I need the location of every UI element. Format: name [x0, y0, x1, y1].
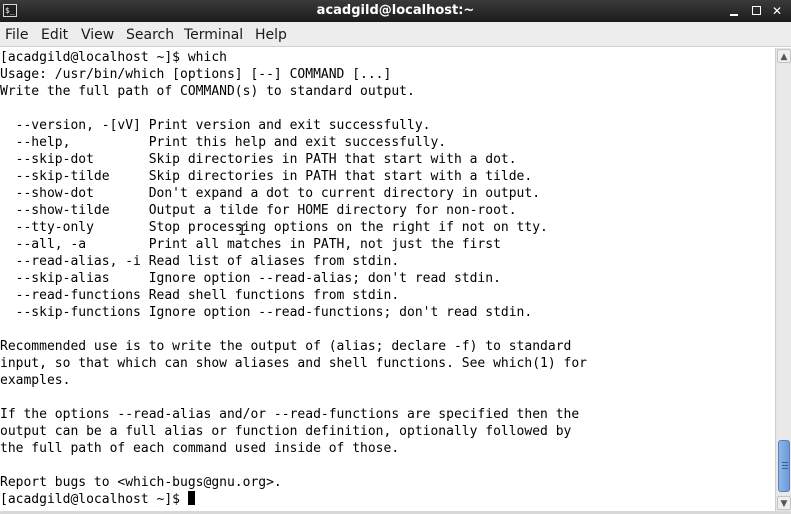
menu-file[interactable]: File: [5, 27, 28, 43]
menu-bar: File Edit View Search Terminal Help: [0, 22, 791, 47]
maximize-button[interactable]: [748, 3, 764, 19]
terminal-line: --skip-dot Skip directories in PATH that…: [0, 152, 517, 167]
scrollbar-grip: [782, 468, 788, 469]
terminal-line: --read-functions Read shell functions fr…: [0, 288, 400, 303]
scrollbar-thumb[interactable]: [778, 440, 790, 492]
window-title: acadgild@localhost:~: [316, 3, 475, 18]
terminal-output[interactable]: [acadgild@localhost ~]$ which Usage: /usr…: [0, 48, 775, 511]
terminal-line: Report bugs to <which-bugs@gnu.org>.: [0, 475, 282, 490]
terminal-cursor: [187, 491, 195, 505]
menu-terminal[interactable]: Terminal: [184, 27, 243, 43]
close-button[interactable]: ✕: [769, 3, 785, 19]
terminal-line: --help, Print this help and exit success…: [0, 135, 447, 150]
terminal-line: --all, -a Print all matches in PATH, not…: [0, 237, 501, 252]
scroll-up-arrow-icon[interactable]: ▲: [777, 49, 791, 63]
terminal-line: [acadgild@localhost ~]$ which: [0, 50, 227, 65]
terminal-line: --skip-alias Ignore option --read-alias;…: [0, 271, 501, 286]
terminal-line: --skip-tilde Skip directories in PATH th…: [0, 169, 533, 184]
terminal-line: --show-dot Don't expand a dot to current…: [0, 186, 541, 201]
scroll-down-arrow-icon[interactable]: ▼: [777, 496, 791, 510]
scrollbar-grip: [782, 465, 788, 466]
terminal-line: If the options --read-alias and/or --rea…: [0, 407, 580, 422]
vertical-scrollbar[interactable]: ▲ ▼: [775, 48, 791, 511]
terminal-line: Recommended use is to write the output o…: [0, 339, 572, 354]
terminal-line: --read-alias, -i Read list of aliases fr…: [0, 254, 400, 269]
terminal-line: output can be a full alias or function d…: [0, 424, 572, 439]
terminal-line: Write the full path of COMMAND(s) to sta…: [0, 84, 415, 99]
terminal-text: [acadgild@localhost ~]$ which Usage: /usr…: [0, 48, 775, 508]
minimize-icon: [730, 13, 738, 16]
terminal-line: --version, -[vV] Print version and exit …: [0, 118, 431, 133]
terminal-line: --show-tilde Output a tilde for HOME dir…: [0, 203, 517, 218]
title-bar: $_ acadgild@localhost:~ ✕: [0, 0, 791, 22]
menu-search[interactable]: Search: [126, 27, 174, 43]
terminal-line: input, so that which can show aliases an…: [0, 356, 587, 371]
terminal-prompt-line[interactable]: [acadgild@localhost ~]$: [0, 491, 775, 508]
terminal-line: the full path of each command used insid…: [0, 441, 400, 456]
terminal-line: --tty-only Stop processing options on th…: [0, 220, 548, 235]
close-icon: ✕: [771, 4, 783, 18]
scrollbar-grip: [782, 462, 788, 463]
menu-help[interactable]: Help: [255, 27, 287, 43]
menu-edit[interactable]: Edit: [41, 27, 68, 43]
terminal-line: Usage: /usr/bin/which [options] [--] COM…: [0, 67, 392, 82]
terminal-line: --skip-functions Ignore option --read-fu…: [0, 305, 533, 320]
terminal-line: examples.: [0, 373, 71, 388]
maximize-icon: [751, 6, 761, 15]
menu-view[interactable]: View: [81, 27, 114, 43]
shell-prompt: [acadgild@localhost ~]$: [0, 492, 188, 507]
scrollbar-track[interactable]: [777, 64, 791, 495]
minimize-button[interactable]: [726, 3, 742, 19]
text-cursor-ibeam-icon: I: [238, 223, 247, 239]
